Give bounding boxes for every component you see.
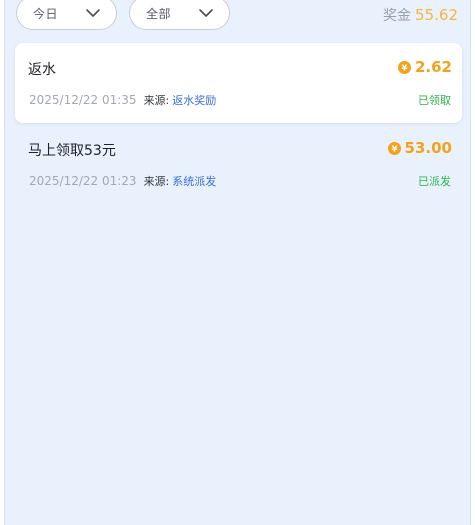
chevron-down-icon — [86, 9, 100, 17]
record-item[interactable]: 返水 ¥ 2.62 2025/12/22 01:35 来源: 返水奖励 已领取 — [15, 43, 462, 123]
record-source-label: 来源: — [143, 94, 170, 107]
record-title: 返水 — [28, 62, 56, 78]
record-item[interactable]: 马上领取53元 ¥ 53.00 2025/12/22 01:23 来源: 系统派… — [15, 124, 462, 204]
svg-text:¥: ¥ — [391, 143, 397, 153]
type-filter-dropdown[interactable]: 全部 — [129, 0, 230, 30]
record-status: 已派发 — [418, 175, 451, 188]
record-amount: ¥ 53.00 — [387, 139, 452, 157]
record-time: 2025/12/22 01:35 — [29, 93, 137, 107]
date-filter-label: 今日 — [33, 6, 59, 21]
record-meta: 2025/12/22 01:23 来源: 系统派发 — [29, 173, 216, 189]
record-title: 马上领取53元 — [28, 143, 116, 159]
record-source-label: 来源: — [143, 175, 170, 188]
bonus-label: 奖金 — [383, 8, 412, 24]
type-filter-label: 全部 — [146, 6, 172, 21]
bonus-value: 55.62 — [415, 6, 458, 24]
filter-bar: 今日 全部 奖金 55.62 — [5, 0, 470, 34]
coin-icon: ¥ — [397, 60, 411, 74]
coin-icon: ¥ — [387, 141, 401, 155]
record-meta: 2025/12/22 01:35 来源: 返水奖励 — [29, 92, 216, 108]
bonus-total: 奖金 55.62 — [383, 5, 458, 25]
record-source: 返水奖励 — [172, 94, 217, 107]
record-amount-value: 2.62 — [414, 58, 452, 76]
record-source: 系统派发 — [172, 175, 217, 188]
record-amount: ¥ 2.62 — [397, 58, 452, 76]
record-amount-value: 53.00 — [404, 139, 452, 157]
record-status: 已领取 — [418, 94, 451, 107]
record-time: 2025/12/22 01:23 — [29, 174, 137, 188]
bonus-records-screen: 今日 全部 奖金 55.62 返水 ¥ 2.62 2025/12/22 01:3… — [4, 0, 471, 525]
svg-text:¥: ¥ — [402, 62, 408, 72]
chevron-down-icon — [199, 9, 213, 17]
date-filter-dropdown[interactable]: 今日 — [16, 0, 117, 30]
